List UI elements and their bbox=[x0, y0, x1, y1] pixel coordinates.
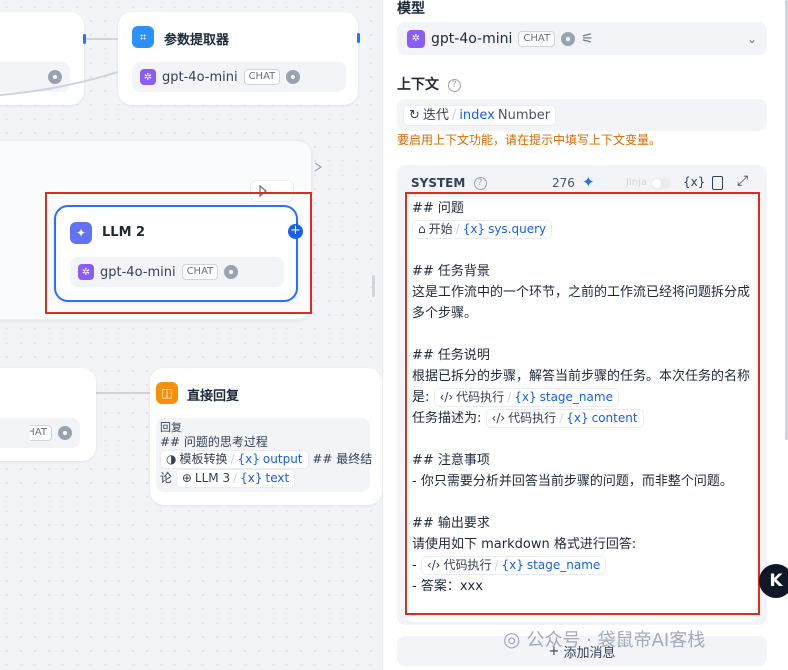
edge-curve bbox=[0, 71, 150, 394]
model-pill: CHAT bbox=[0, 418, 80, 448]
settings-sliders-icon[interactable]: ⚟ bbox=[581, 31, 594, 47]
context-label: 上下文 ? bbox=[397, 74, 461, 94]
highlight-box-llm2 bbox=[45, 192, 312, 314]
help-icon[interactable]: ? bbox=[473, 177, 487, 190]
template-icon: ◑ bbox=[166, 452, 177, 466]
loop-icon: ↻ bbox=[409, 108, 420, 123]
jinja-toggle[interactable] bbox=[651, 178, 671, 189]
sparkle-icon[interactable]: ✦ bbox=[582, 173, 595, 191]
answer-line3-prefix: 论 bbox=[160, 471, 173, 485]
system-label: SYSTEM ? bbox=[411, 176, 487, 190]
answer-line1: ## 问题的思考过程 bbox=[160, 435, 268, 449]
llm-small-icon: ⊕ bbox=[181, 471, 192, 485]
clipboard-icon[interactable] bbox=[712, 176, 723, 190]
model-name: gpt-4o-mini bbox=[431, 30, 513, 47]
token-count: 276 bbox=[552, 176, 575, 190]
expand-icon[interactable]: ⤢ bbox=[737, 173, 748, 189]
answer-mid-text: ## 最终结 bbox=[312, 452, 373, 466]
eye-icon bbox=[58, 426, 72, 440]
eye-icon bbox=[561, 31, 576, 46]
context-variable-box[interactable]: ↻ 迭代 / index Number bbox=[397, 99, 767, 131]
chevron-down-icon[interactable]: ⌄ bbox=[747, 32, 757, 46]
workflow-canvas[interactable]: ⌗ 参数提取器 ✲ gpt-4o-mini CHAT ✦ LLM 2 ✲ gpt… bbox=[0, 0, 382, 670]
context-warning: 要启用上下文功能，请在提示中填写上下文变量。 bbox=[397, 133, 662, 147]
chevron-right-icon bbox=[314, 162, 322, 172]
model-label: 模型 bbox=[397, 1, 425, 17]
context-var-chip: ↻ 迭代 / index Number bbox=[403, 105, 557, 126]
panel-resize-handle[interactable] bbox=[372, 275, 375, 297]
insert-variable-button[interactable]: {x} bbox=[683, 175, 705, 189]
node-direct-answer[interactable]: ◫ 直接回复 回复 ## 问题的思考过程 ◑ 模板转换 / {x} output… bbox=[150, 368, 382, 505]
answer-content: 回复 ## 问题的思考过程 ◑ 模板转换 / {x} output ## 最终结… bbox=[156, 418, 373, 492]
help-icon[interactable]: ? bbox=[447, 78, 461, 92]
wechat-icon: ◎ bbox=[503, 627, 521, 651]
var-chip: ◑ 模板转换 / {x} output bbox=[160, 450, 309, 469]
watermark: ◎ 公众号 · 袋鼠帝AI客栈 bbox=[503, 627, 706, 651]
jinja-label: Jinja bbox=[626, 177, 647, 188]
chat-tag: CHAT bbox=[29, 425, 52, 441]
node-partial-bottom-left[interactable]: CHAT bbox=[0, 368, 96, 461]
node-title: 直接回复 bbox=[187, 389, 240, 404]
highlight-box-prompt bbox=[405, 192, 760, 615]
chat-tag: CHAT bbox=[518, 30, 556, 47]
openai-icon: ✲ bbox=[407, 29, 425, 48]
var-chip: ⊕ LLM 3 / {x} text bbox=[175, 469, 296, 488]
floating-k-badge[interactable]: K bbox=[759, 564, 788, 598]
node-settings-panel: 模型 ✲ gpt-4o-mini CHAT ⚟ ⌄ 上下文 ? ↻ 迭代 / i… bbox=[382, 0, 788, 670]
answer-label: 回复 bbox=[160, 421, 182, 434]
answer-icon: ◫ bbox=[156, 382, 178, 404]
model-selector[interactable]: ✲ gpt-4o-mini CHAT ⚟ ⌄ bbox=[397, 22, 767, 55]
